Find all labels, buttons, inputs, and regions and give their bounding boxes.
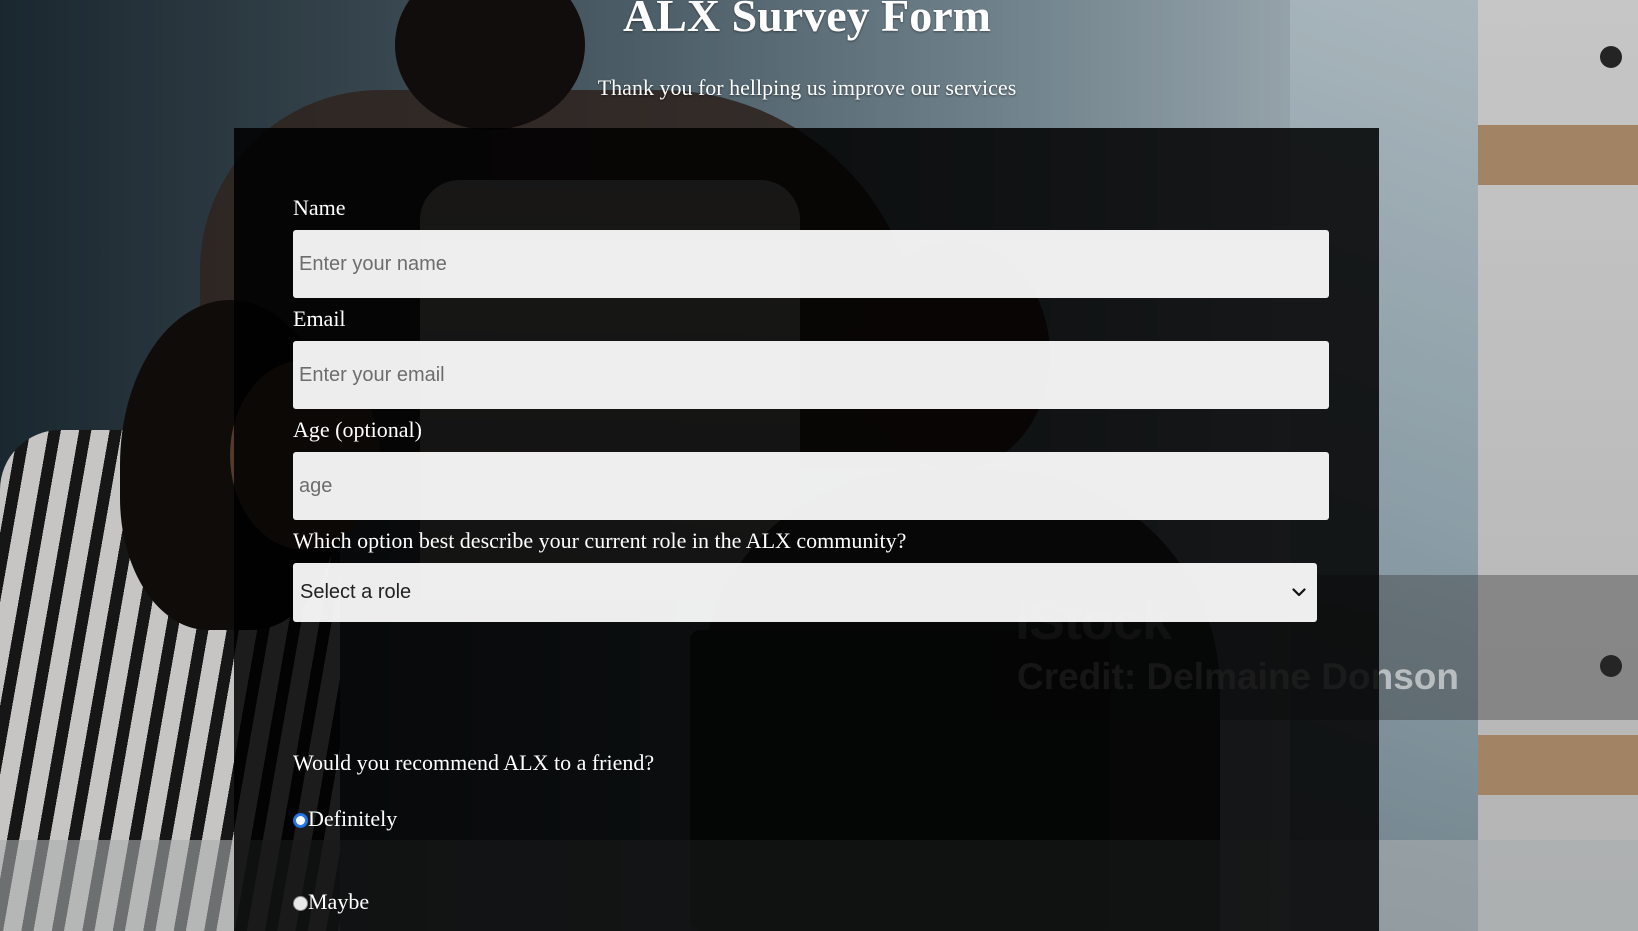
chevron-down-icon: [1288, 582, 1310, 604]
radio-button-selected[interactable]: [293, 813, 308, 828]
age-label: Age (optional): [293, 417, 422, 442]
radio-option-maybe[interactable]: Maybe: [293, 889, 369, 915]
page-title: ALX Survey Form: [623, 0, 991, 41]
survey-form: Name Email Age (optional) Which option b…: [234, 128, 1379, 931]
recommend-label: Would you recommend ALX to a friend?: [293, 750, 655, 775]
name-label: Name: [293, 195, 346, 220]
age-input[interactable]: [293, 452, 1329, 520]
radio-option-label: Definitely: [308, 806, 398, 831]
page-subtitle: Thank you for hellping us improve our se…: [597, 75, 1017, 100]
radio-option-definitely[interactable]: Definitely: [293, 806, 397, 832]
name-input[interactable]: [293, 230, 1329, 298]
radio-option-label: Maybe: [308, 889, 370, 914]
email-label: Email: [293, 306, 346, 331]
email-input[interactable]: [293, 341, 1329, 409]
role-label: Which option best describe your current …: [293, 528, 907, 553]
radio-button[interactable]: [293, 896, 308, 911]
role-select-value: Select a role: [300, 581, 412, 603]
role-select[interactable]: Select a role: [293, 563, 1317, 622]
